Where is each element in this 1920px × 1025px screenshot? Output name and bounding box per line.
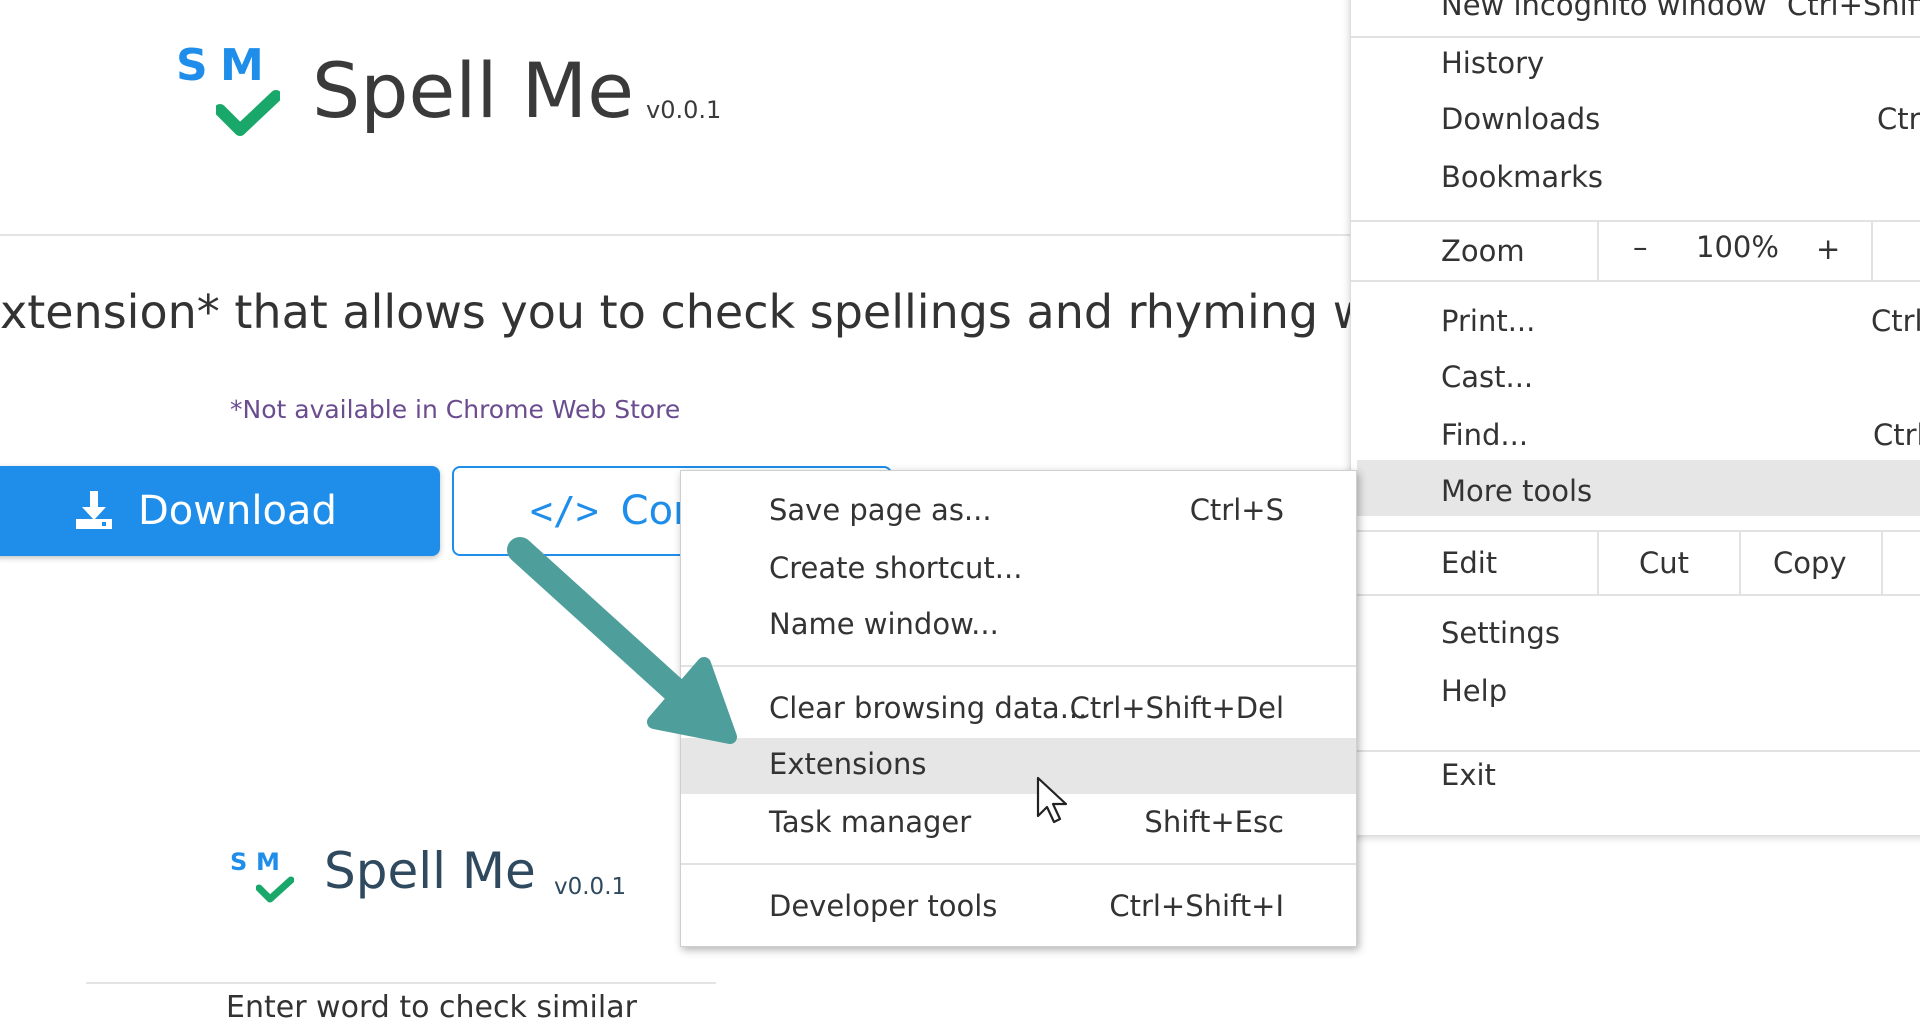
logo-letter-m: M <box>220 40 264 91</box>
submenu-separator <box>681 863 1356 865</box>
mouse-pointer-icon <box>1036 776 1068 824</box>
menu-separator <box>1351 530 1920 532</box>
menu-vertical-separator <box>1871 220 1873 280</box>
menu-item-zoom: Zoom <box>1441 234 1525 268</box>
submenu-item-extensions[interactable]: Extensions <box>769 747 926 781</box>
menu-shortcut-new-incognito: Ctrl+Shift+ <box>1787 0 1920 22</box>
menu-vertical-separator <box>1597 532 1599 594</box>
zoom-in-button[interactable]: + <box>1816 232 1840 266</box>
menu-item-new-incognito[interactable]: New incognito window <box>1441 0 1767 22</box>
submenu-shortcut-developer-tools: Ctrl+Shift+I <box>1109 889 1284 923</box>
tagline: xtension* that allows you to check spell… <box>0 285 1513 339</box>
menu-vertical-separator <box>1881 532 1883 594</box>
popup-logo: S M <box>228 848 298 908</box>
header-divider <box>0 234 1352 236</box>
popup-version: v0.0.1 <box>554 874 627 900</box>
popup-divider <box>86 982 716 984</box>
download-icon <box>76 491 112 529</box>
menu-separator <box>1351 36 1920 38</box>
submenu-separator <box>681 665 1356 667</box>
submenu-item-create-shortcut[interactable]: Create shortcut... <box>769 551 1022 585</box>
submenu-item-clear-browsing-data[interactable]: Clear browsing data... <box>769 691 1087 725</box>
download-button-label: Download <box>138 488 337 534</box>
menu-shortcut-find: Ctrl <box>1873 418 1920 452</box>
popup-title: Spell Me <box>324 842 536 900</box>
chrome-main-menu: New incognito window Ctrl+Shift+ History… <box>1350 0 1920 835</box>
menu-separator <box>1351 280 1920 282</box>
menu-item-cast[interactable]: Cast... <box>1441 360 1533 394</box>
menu-separator <box>1351 750 1920 752</box>
menu-shortcut-downloads: Ctrl <box>1877 102 1920 136</box>
menu-item-find[interactable]: Find... <box>1441 418 1528 452</box>
menu-item-settings[interactable]: Settings <box>1441 616 1560 650</box>
menu-item-downloads[interactable]: Downloads <box>1441 102 1600 136</box>
menu-item-print[interactable]: Print... <box>1441 304 1535 338</box>
menu-separator <box>1351 220 1920 222</box>
submenu-item-developer-tools[interactable]: Developer tools <box>769 889 997 923</box>
page-title: Spell Me <box>312 46 634 135</box>
menu-item-exit[interactable]: Exit <box>1441 758 1496 792</box>
menu-item-bookmarks[interactable]: Bookmarks <box>1441 160 1603 194</box>
submenu-shortcut-task-manager: Shift+Esc <box>1144 805 1284 839</box>
menu-vertical-separator <box>1739 532 1741 594</box>
popup-input-label: Enter word to check similar <box>226 990 637 1025</box>
popup-logo-letter-m: M <box>256 848 280 876</box>
cut-button[interactable]: Cut <box>1639 546 1689 580</box>
menu-item-history[interactable]: History <box>1441 46 1544 80</box>
more-tools-submenu: Save page as... Ctrl+S Create shortcut..… <box>680 470 1357 947</box>
menu-item-help[interactable]: Help <box>1441 674 1507 708</box>
menu-vertical-separator <box>1597 220 1599 280</box>
code-icon: </> <box>530 489 599 533</box>
menu-item-more-tools[interactable]: More tools <box>1441 474 1592 508</box>
logo: S M <box>172 40 282 140</box>
submenu-item-task-manager[interactable]: Task manager <box>769 805 971 839</box>
submenu-item-save-page[interactable]: Save page as... <box>769 493 992 527</box>
store-notice: *Not available in Chrome Web Store <box>230 395 681 424</box>
download-button[interactable]: Download <box>0 466 440 556</box>
menu-item-edit: Edit <box>1441 546 1498 580</box>
submenu-shortcut-clear-browsing-data: Ctrl+Shift+Del <box>1069 691 1284 725</box>
submenu-shortcut-save-page: Ctrl+S <box>1189 493 1284 527</box>
checkmark-icon <box>216 90 280 136</box>
submenu-item-name-window[interactable]: Name window... <box>769 607 999 641</box>
popup-checkmark-icon <box>256 876 294 903</box>
version-label: v0.0.1 <box>646 96 722 124</box>
copy-button[interactable]: Copy <box>1773 546 1847 580</box>
menu-separator <box>1351 594 1920 596</box>
menu-shortcut-print: Ctrl <box>1871 304 1920 338</box>
popup-logo-letter-s: S <box>230 848 248 876</box>
logo-letter-s: S <box>176 40 208 91</box>
zoom-level: 100% <box>1696 230 1779 264</box>
zoom-out-button[interactable]: – <box>1633 230 1648 264</box>
